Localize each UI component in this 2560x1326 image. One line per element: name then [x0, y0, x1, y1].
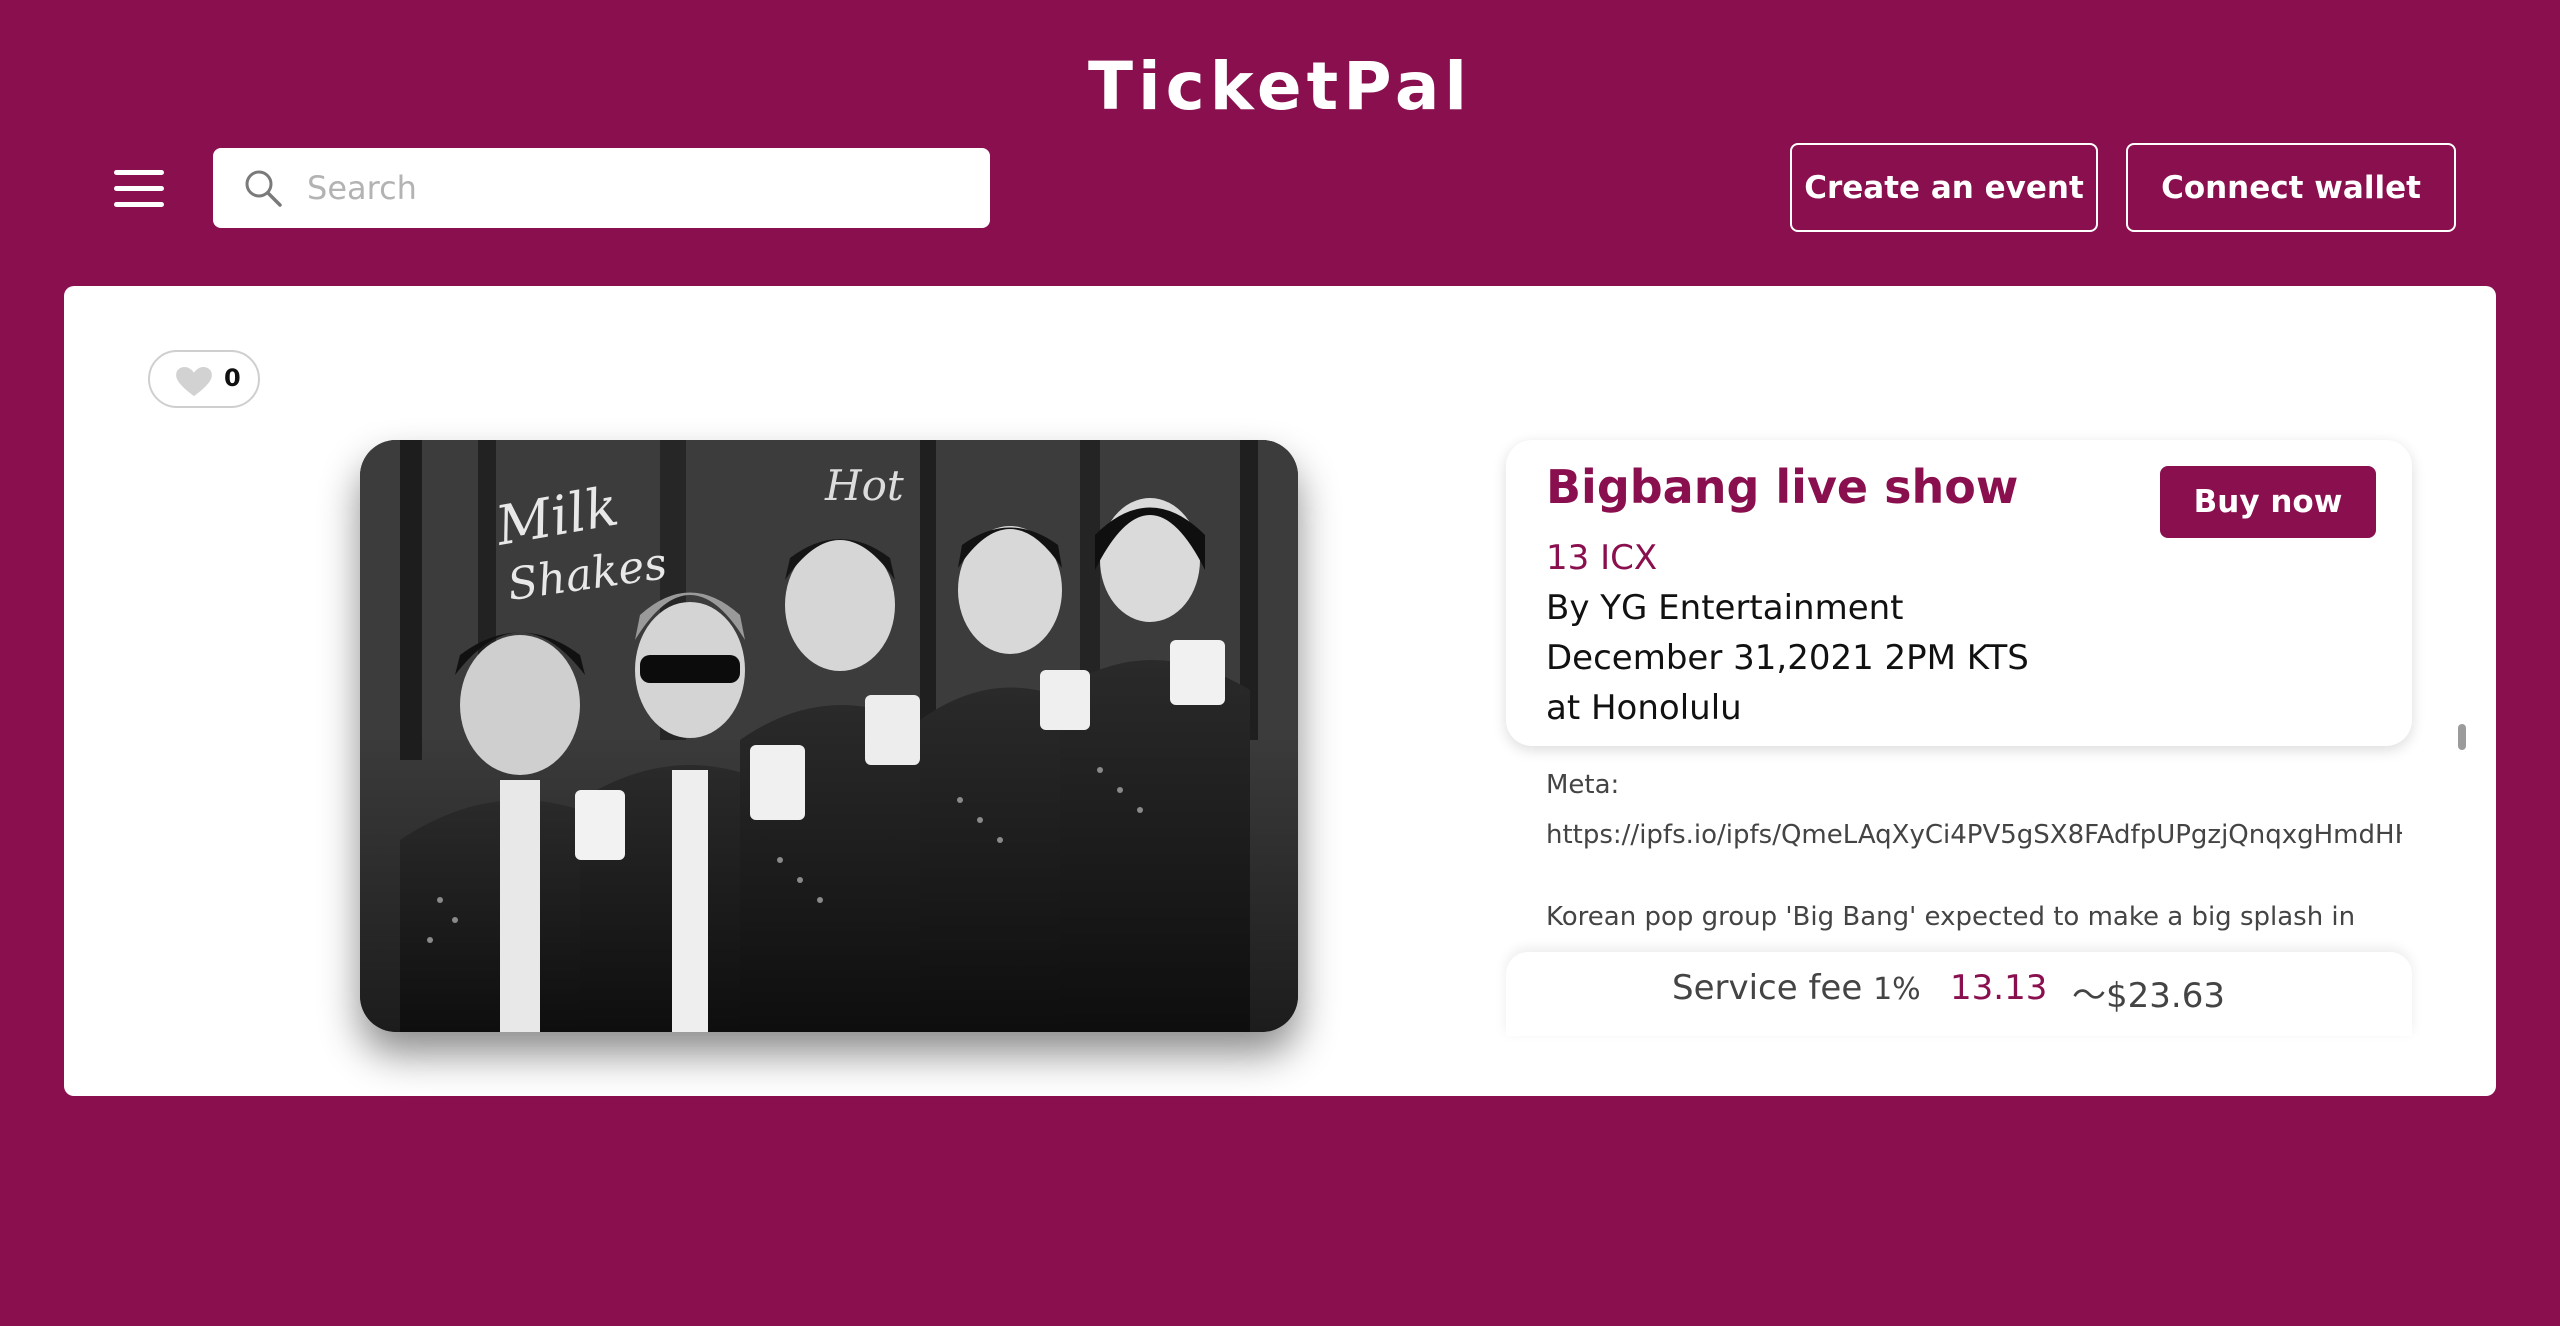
event-detail-card: 0 Milk Shakes Hot Bigbang live show 13 I… — [64, 286, 2496, 1096]
connect-wallet-button[interactable]: Connect wallet — [2126, 143, 2456, 232]
service-fee-bar: Service fee 1% 13.13 ～$23.63 — [1506, 952, 2412, 1036]
sign-hot: Hot — [824, 461, 904, 510]
fee-usd: ～$23.63 — [2072, 976, 2225, 1016]
service-fee-label: Service fee 1% — [1672, 968, 1921, 1008]
service-fee-percent: 1% — [1873, 972, 1921, 1007]
like-button[interactable]: 0 — [148, 350, 260, 408]
event-title: Bigbang live show — [1546, 460, 2019, 514]
brand-logo[interactable]: TicketPal — [0, 48, 2560, 125]
search-input[interactable] — [305, 148, 965, 228]
fee-amount: 13.13 — [1950, 968, 2048, 1008]
create-event-button[interactable]: Create an event — [1790, 143, 2098, 232]
event-photo: Milk Shakes Hot — [360, 440, 1298, 1032]
scrollbar-thumb[interactable] — [2458, 724, 2466, 750]
event-location: at Honolulu — [1546, 688, 1742, 728]
event-image: Milk Shakes Hot — [360, 440, 1298, 1032]
service-fee-text: Service fee — [1672, 968, 1863, 1008]
event-price: 13 ICX — [1546, 538, 1658, 578]
event-info-card: Bigbang live show 13 ICX By YG Entertain… — [1506, 440, 2412, 746]
event-description: Korean pop group 'Big Bang' expected to … — [1546, 902, 2356, 932]
meta-url-link[interactable]: https://ipfs.io/ipfs/QmeLAqXyCi4PV5gSX8F… — [1546, 820, 2402, 850]
hamburger-menu-icon[interactable] — [114, 166, 164, 210]
meta-label: Meta: — [1546, 770, 1620, 800]
like-count: 0 — [224, 364, 241, 392]
heart-icon — [176, 366, 212, 397]
buy-now-button[interactable]: Buy now — [2160, 466, 2376, 538]
search-bar[interactable] — [213, 148, 990, 228]
event-organizer: By YG Entertainment — [1546, 588, 1904, 628]
event-datetime: December 31,2021 2PM KTS — [1546, 638, 2029, 678]
search-icon — [245, 170, 282, 207]
